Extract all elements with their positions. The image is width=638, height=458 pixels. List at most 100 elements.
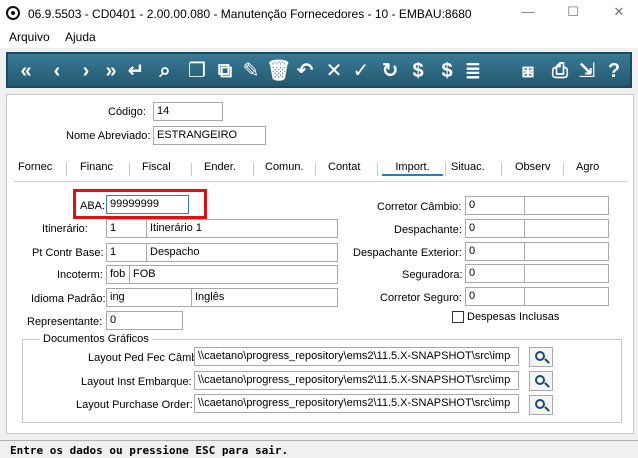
layout-purchase-search-button[interactable] <box>529 395 553 415</box>
tab-agro[interactable]: Agro <box>576 160 599 174</box>
cancel-icon: ✕ <box>325 60 343 82</box>
pt-contr-base-field[interactable]: 1 <box>106 243 148 262</box>
previous-record-icon: ‹ <box>53 60 61 82</box>
status-message: Entre os dados ou pressione ESC para sai… <box>10 444 289 457</box>
network-icon: ⧆ <box>521 60 535 82</box>
next-record-icon: › <box>82 60 90 82</box>
tab-fiscal[interactable]: Fiscal <box>142 160 171 174</box>
tab-import[interactable]: Import. <box>382 160 443 176</box>
undo-button[interactable]: ↶ <box>293 59 317 83</box>
representante-label: Representante: <box>27 316 103 328</box>
copy-icon: ⧉ <box>217 60 233 82</box>
layout-purchase-order-label: Layout Purchase Order: <box>76 399 193 411</box>
tab-ender[interactable]: Ender. <box>204 160 236 174</box>
copy-button[interactable]: ⧉ <box>213 59 237 83</box>
currency-icon: $ <box>412 60 424 82</box>
tab-financ[interactable]: Financ <box>80 160 113 174</box>
layout-ped-search-button[interactable] <box>529 347 553 367</box>
tab-comun[interactable]: Comun. <box>265 160 304 174</box>
corretor-seguro-label: Corretor Seguro: <box>380 292 462 304</box>
list-icon: ≣ <box>464 60 482 82</box>
despachante-description <box>524 219 609 238</box>
first-record-button[interactable]: « <box>14 59 38 83</box>
despesas-inclusas-label: Despesas Inclusas <box>467 311 560 323</box>
pt-contr-base-description: Despacho <box>146 243 338 262</box>
dollar-icon: $ <box>441 60 453 82</box>
despachante-field[interactable]: 0 <box>465 219 526 238</box>
despachante-exterior-field[interactable]: 0 <box>465 242 526 261</box>
tab-fornec[interactable]: Fornec <box>18 160 52 174</box>
title-bar: 06.9.5503 - CD0401 - 2.00.00.080 - Manut… <box>0 0 638 28</box>
minimize-button[interactable]: — <box>518 4 538 22</box>
corretor-cambio-label: Corretor Câmbio: <box>377 201 462 213</box>
dollar-button[interactable]: $ <box>435 59 459 83</box>
nome-abreviado-field[interactable]: ESTRANGEIRO <box>153 126 266 145</box>
menu-arquivo[interactable]: Arquivo <box>9 30 50 44</box>
currency-button[interactable]: $ <box>406 59 430 83</box>
itinerario-label: Itinerário: <box>42 223 88 235</box>
exit-icon: ⇲ <box>578 60 596 82</box>
app-icon <box>6 6 20 20</box>
exit-button[interactable]: ⇲ <box>575 59 599 83</box>
print-icon: ⎙ <box>552 60 568 82</box>
tab-strip: Fornec Financ Fiscal Ender. Comun. Conta… <box>6 160 628 180</box>
close-window-button[interactable]: ✕ <box>609 4 629 22</box>
toolbar: « ‹ › » ↵ ⌕ ❐ ⧉ ✎ 🗑 ↶ ✕ ✓ ↻ $ $ ≣ ⧆ ⎙ ⇲? <box>6 52 632 88</box>
seguradora-label: Seguradora: <box>402 269 463 281</box>
tab-observ[interactable]: Observ <box>515 160 550 174</box>
maximize-button[interactable]: ☐ <box>563 4 583 22</box>
idioma-padrao-label: Idioma Padrão: <box>31 293 106 305</box>
add-button[interactable]: ❐ <box>185 59 209 83</box>
incoterm-field[interactable]: fob <box>106 265 131 284</box>
itinerario-description: Itinerário 1 <box>146 219 338 238</box>
nome-abreviado-label: Nome Abreviado: <box>66 130 151 142</box>
tab-situac[interactable]: Situac. <box>451 160 485 174</box>
aba-field[interactable]: 99999999 <box>106 195 189 214</box>
delete-button[interactable]: 🗑 <box>266 59 291 83</box>
search-icon: ⌕ <box>159 60 171 82</box>
network-button[interactable]: ⧆ <box>516 59 540 83</box>
save-button[interactable]: ✓ <box>349 59 373 83</box>
corretor-cambio-field[interactable]: 0 <box>465 196 526 215</box>
layout-inst-embarque-field[interactable]: \\caetano\progress_repository\ems2\11.5.… <box>194 371 519 390</box>
previous-record-button[interactable]: ‹ <box>45 59 69 83</box>
tab-contat[interactable]: Contat <box>328 160 360 174</box>
first-record-icon: « <box>20 60 32 82</box>
idioma-padrao-field[interactable]: ing <box>106 288 193 307</box>
history-button[interactable]: ↻ <box>378 59 402 83</box>
last-record-icon: » <box>105 60 117 82</box>
idioma-padrao-description: Inglês <box>191 288 338 307</box>
menu-ajuda[interactable]: Ajuda <box>65 30 96 44</box>
incoterm-label: Incoterm: <box>57 269 103 281</box>
edit-button[interactable]: ✎ <box>239 59 263 83</box>
codigo-field[interactable]: 14 <box>153 102 223 121</box>
documentos-graficos-title: Documentos Gráficos <box>40 333 152 345</box>
layout-purchase-order-field[interactable]: \\caetano\progress_repository\ems2\11.5.… <box>194 394 519 413</box>
layout-inst-search-button[interactable] <box>529 371 553 391</box>
history-icon: ↻ <box>381 60 399 82</box>
menu-bar: Arquivo Ajuda <box>0 28 638 48</box>
undo-icon: ↶ <box>296 60 314 82</box>
cancel-button[interactable]: ✕ <box>322 59 346 83</box>
despachante-label: Despachante: <box>394 224 462 236</box>
corretor-seguro-field[interactable]: 0 <box>465 287 526 306</box>
list-button[interactable]: ≣ <box>461 59 485 83</box>
print-button[interactable]: ⎙ <box>548 59 572 83</box>
corretor-seguro-description <box>524 287 609 306</box>
help-button[interactable]: ? <box>602 59 626 83</box>
next-record-button[interactable]: › <box>74 59 98 83</box>
goto-button[interactable]: ↵ <box>124 59 148 83</box>
layout-ped-fec-cambio-field[interactable]: \\caetano\progress_repository\ems2\11.5.… <box>194 347 519 366</box>
seguradora-field[interactable]: 0 <box>465 264 526 283</box>
despesas-inclusas-checkbox[interactable] <box>452 311 464 323</box>
save-icon: ✓ <box>352 60 370 82</box>
edit-icon: ✎ <box>242 60 260 82</box>
itinerario-field[interactable]: 1 <box>106 219 148 238</box>
goto-icon: ↵ <box>127 60 145 82</box>
search-button[interactable]: ⌕ <box>153 59 177 83</box>
last-record-button[interactable]: » <box>99 59 123 83</box>
codigo-label: Código: <box>108 106 146 118</box>
representante-field[interactable]: 0 <box>106 311 183 330</box>
pt-contr-base-label: Pt Contr Base: <box>32 247 104 259</box>
window-title: 06.9.5503 - CD0401 - 2.00.00.080 - Manut… <box>28 7 472 21</box>
